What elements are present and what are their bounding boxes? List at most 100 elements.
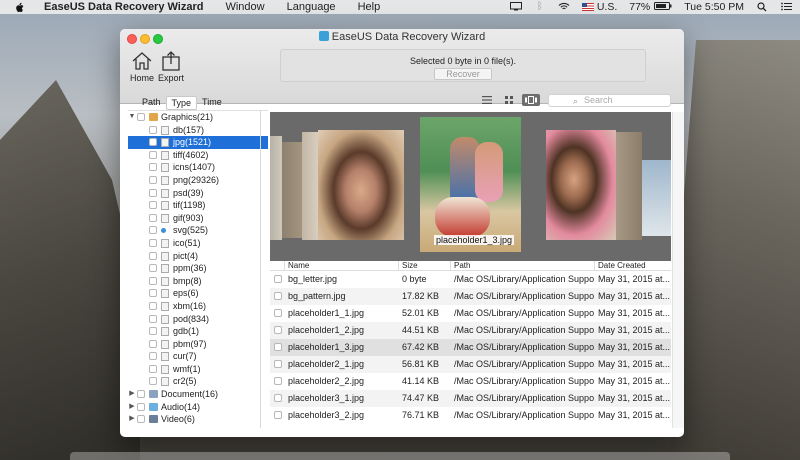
battery-percent[interactable]: 77% (629, 1, 650, 13)
disclosure-collapsed-icon[interactable]: ▶ (128, 413, 136, 426)
tree-item-checkbox[interactable] (149, 289, 157, 298)
menu-window[interactable]: Window (225, 1, 264, 13)
row-checkbox[interactable] (274, 292, 282, 300)
input-source-flag-icon[interactable] (581, 3, 594, 11)
tree-item[interactable]: svg(525) (128, 224, 268, 237)
tree-item[interactable]: cr2(5) (128, 375, 268, 388)
display-icon[interactable] (509, 2, 522, 12)
notification-center-icon[interactable] (780, 2, 792, 12)
tab-type[interactable]: Type (165, 96, 198, 110)
preview-thumb-right-mid[interactable] (616, 132, 642, 240)
tree-item[interactable]: png(29326) (128, 174, 268, 187)
row-checkbox[interactable] (274, 326, 282, 334)
bluetooth-icon[interactable]: ᛒ (534, 2, 546, 12)
table-row[interactable]: placeholder1_3.jpg 67.42 KB/Mac OS/Librar… (270, 339, 671, 356)
tree-item-checkbox[interactable] (137, 415, 145, 424)
row-checkbox[interactable] (274, 343, 282, 351)
tree-item[interactable]: pbm(97) (128, 338, 268, 351)
tree-item[interactable]: tif(1198) (128, 199, 268, 212)
wifi-icon[interactable] (558, 2, 570, 12)
apple-menu-icon[interactable] (12, 2, 26, 12)
tree-item-checkbox[interactable] (149, 201, 157, 210)
tree-item-checkbox[interactable] (149, 314, 157, 323)
tree-item-checkbox[interactable] (149, 163, 157, 172)
row-checkbox[interactable] (274, 360, 282, 368)
list-view-button[interactable] (478, 94, 496, 106)
tree-item-checkbox[interactable] (137, 113, 145, 121)
disclosure-collapsed-icon[interactable]: ▶ (128, 401, 136, 414)
header-checkbox-column[interactable] (270, 261, 285, 270)
tree-item[interactable]: xbm(16) (128, 300, 268, 313)
menu-app-name[interactable]: EaseUS Data Recovery Wizard (44, 1, 203, 13)
input-source-label[interactable]: U.S. (597, 1, 617, 13)
tree-item-checkbox[interactable] (137, 390, 145, 399)
table-row[interactable]: placeholder3_2.jpg 76.71 KB/Mac OS/Librar… (270, 407, 671, 424)
tree-item-checkbox[interactable] (149, 352, 157, 361)
column-header-name[interactable]: Name (285, 261, 399, 270)
search-field[interactable]: ⌕ Search (548, 94, 671, 107)
table-row[interactable]: placeholder1_1.jpg 52.01 KB/Mac OS/Librar… (270, 305, 671, 322)
tree-item[interactable]: wmf(1) (128, 363, 268, 376)
table-row[interactable]: bg_letter.jpg 0 byte/Mac OS/Library/Appli… (270, 271, 671, 288)
tree-item-checkbox[interactable] (149, 188, 157, 197)
tree-item[interactable]: ▶ Audio(14) (128, 401, 268, 414)
tree-item-checkbox[interactable] (149, 150, 157, 159)
grid-view-button[interactable] (500, 94, 518, 106)
tree-item-checkbox[interactable] (149, 125, 157, 134)
tree-item-checkbox[interactable] (137, 402, 145, 411)
tree-item-checkbox[interactable] (149, 226, 157, 235)
export-button[interactable]: Export (154, 51, 188, 83)
tree-item[interactable]: ▶ Document(16) (128, 388, 268, 401)
disclosure-collapsed-icon[interactable]: ▶ (128, 388, 136, 401)
row-checkbox[interactable] (274, 275, 282, 283)
tree-item[interactable]: ▶ Video(6) (128, 413, 268, 426)
tree-item[interactable]: ppm(36) (128, 262, 268, 275)
tree-item-checkbox[interactable] (149, 276, 157, 285)
coverflow-view-button[interactable] (522, 94, 540, 106)
row-checkbox[interactable] (274, 377, 282, 385)
tree-item-checkbox[interactable] (149, 251, 157, 260)
tree-item-checkbox[interactable] (149, 138, 157, 147)
tree-item[interactable]: cur(7) (128, 350, 268, 363)
tree-item[interactable]: gif(903) (128, 212, 268, 225)
tree-item-checkbox[interactable] (149, 301, 157, 310)
column-header-date-created[interactable]: Date Created (595, 261, 671, 270)
preview-thumb-right-back[interactable] (642, 160, 671, 236)
tree-item-checkbox[interactable] (149, 213, 157, 222)
menu-help[interactable]: Help (358, 1, 381, 13)
table-row[interactable]: placeholder2_1.jpg 56.81 KB/Mac OS/Librar… (270, 356, 671, 373)
tree-item[interactable]: pod(834) (128, 313, 268, 326)
tree-item-checkbox[interactable] (149, 238, 157, 247)
tree-item[interactable]: pict(4) (128, 250, 268, 263)
table-row[interactable]: placeholder1_2.jpg 44.51 KB/Mac OS/Librar… (270, 322, 671, 339)
tree-item[interactable]: gdb(1) (128, 325, 268, 338)
tree-item-checkbox[interactable] (149, 175, 157, 184)
vertical-scrollbar[interactable] (672, 112, 684, 428)
table-row[interactable]: placeholder2_2.jpg 41.14 KB/Mac OS/Librar… (270, 373, 671, 390)
column-header-path[interactable]: Path (451, 261, 595, 270)
tree-item[interactable]: ▼ Graphics(21) (128, 111, 268, 124)
tab-path[interactable]: Path (137, 96, 166, 110)
tree-item[interactable]: icns(1407) (128, 161, 268, 174)
tree-item[interactable]: ico(51) (128, 237, 268, 250)
preview-thumb-left-edge[interactable] (270, 136, 282, 240)
row-checkbox[interactable] (274, 411, 282, 419)
disclosure-expanded-icon[interactable]: ▼ (128, 111, 136, 124)
preview-thumb-left-mid[interactable] (302, 132, 318, 240)
menu-language[interactable]: Language (287, 1, 336, 13)
tree-item[interactable]: psd(39) (128, 187, 268, 200)
tree-item[interactable]: bmp(8) (128, 275, 268, 288)
preview-thumb-center[interactable] (420, 117, 521, 252)
tree-item-checkbox[interactable] (149, 364, 157, 373)
menu-clock[interactable]: Tue 5:50 PM (684, 1, 744, 13)
preview-thumb-left[interactable] (318, 130, 404, 240)
spotlight-search-icon[interactable] (756, 2, 768, 12)
tree-item-checkbox[interactable] (149, 377, 157, 386)
tree-item-checkbox[interactable] (149, 264, 157, 273)
table-row[interactable]: placeholder3_1.jpg 74.47 KB/Mac OS/Librar… (270, 390, 671, 407)
tree-item[interactable]: eps(6) (128, 287, 268, 300)
column-header-size[interactable]: Size (399, 261, 451, 270)
row-checkbox[interactable] (274, 309, 282, 317)
preview-thumb-left-back[interactable] (282, 142, 302, 238)
tree-item[interactable]: jpg(1521) (128, 136, 268, 149)
